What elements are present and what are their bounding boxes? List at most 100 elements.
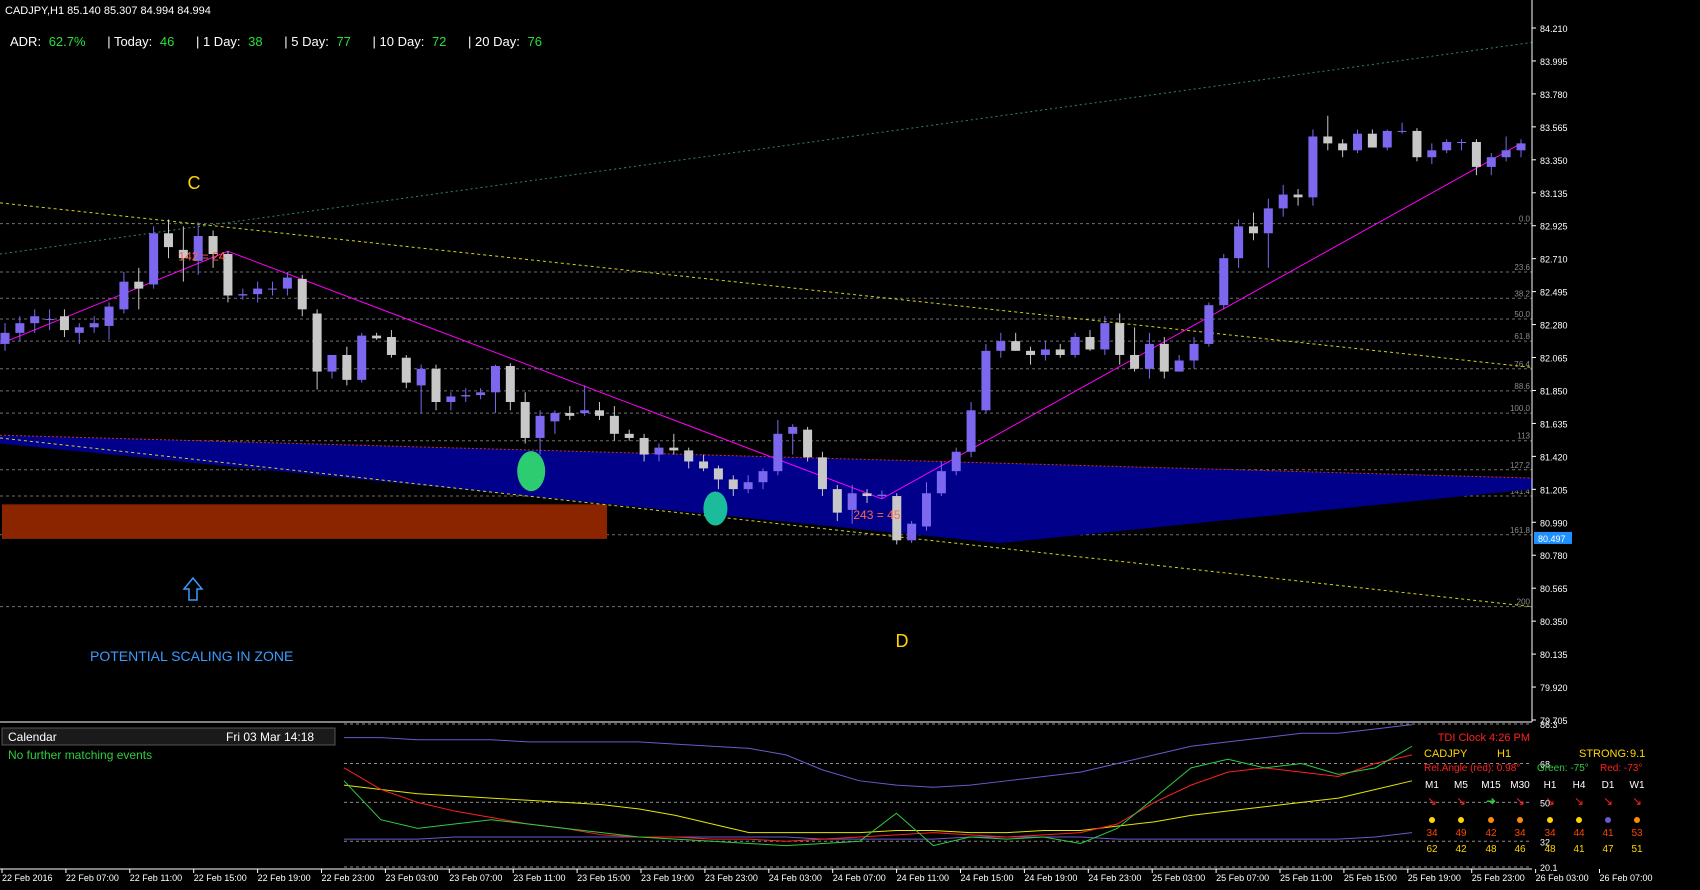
candle-body [535, 415, 545, 438]
one-day-value: 38 [248, 34, 263, 49]
candle-body [1204, 305, 1214, 344]
candle-body [476, 392, 486, 396]
tdi-tf-label: M5 [1454, 780, 1468, 791]
tdi-timeframe: H1 [1497, 748, 1511, 760]
price-tick-label: 80.990 [1540, 518, 1568, 528]
candle-body [728, 479, 738, 490]
price-tick-label: 82.065 [1540, 354, 1568, 364]
candle [907, 520, 917, 544]
tdi-direction-icon: ↘ [1603, 794, 1613, 808]
tdi-red-angle: Red: -73° [1600, 763, 1642, 774]
candle-body [951, 451, 961, 472]
candle-body [1457, 142, 1467, 143]
price-tick-label: 80.780 [1540, 551, 1568, 561]
candle-body [163, 233, 173, 248]
candle-body [654, 447, 664, 455]
fib-level-label: 50.0 [1514, 310, 1530, 319]
time-tick-label: 25 Feb 07:00 [1216, 873, 1269, 883]
time-tick-label: 22 Feb 2016 [2, 873, 53, 883]
candle-body [1144, 343, 1154, 369]
candle-body [1159, 343, 1169, 372]
time-tick-label: 25 Feb 19:00 [1408, 873, 1461, 883]
time-tick-label: 23 Feb 23:00 [705, 873, 758, 883]
candle [1382, 129, 1392, 151]
candle-body [134, 281, 144, 289]
time-tick-label: 24 Feb 11:00 [897, 873, 949, 883]
candle-body [565, 413, 575, 416]
time-tick-label: 23 Feb 11:00 [513, 873, 565, 883]
tdi-signal-dot-icon [1488, 817, 1494, 823]
calendar-message: No further matching events [8, 748, 152, 762]
candle-body [357, 335, 367, 380]
tdi-strength-label: STRONG: [1579, 748, 1629, 760]
candle-body [89, 323, 99, 328]
candle-body [1219, 258, 1229, 306]
candle [1204, 302, 1214, 347]
one-day-label: | 1 Day: [195, 34, 241, 49]
tdi-direction-icon: ↘ [1545, 794, 1555, 808]
time-tick-label: 22 Feb 19:00 [258, 873, 311, 883]
today-label: | Today: [107, 34, 153, 49]
tdi-direction-icon: ↘ [1456, 794, 1466, 808]
tdi-signal-dot-icon [1634, 817, 1640, 823]
adr-label: ADR: [10, 34, 42, 49]
price-tick-label: 81.635 [1540, 419, 1568, 429]
candle-body [15, 323, 25, 333]
indicator-tick-label: 86.3 [1540, 720, 1558, 730]
candle-body [921, 493, 931, 527]
tdi-row1-value: 34 [1514, 828, 1526, 839]
tdi-direction-icon: ↘ [1427, 794, 1437, 808]
price-tick-label: 83.995 [1540, 57, 1568, 67]
candle [1219, 254, 1229, 310]
time-tick-label: 22 Feb 07:00 [66, 873, 119, 883]
candle-body [1471, 142, 1481, 167]
candle-body [416, 368, 426, 386]
tdi-signal-dot-icon [1547, 817, 1553, 823]
fib-level-label: 113 [1517, 432, 1530, 441]
fib-level-label: 38.2 [1514, 289, 1530, 298]
time-tick-label: 24 Feb 19:00 [1024, 873, 1077, 883]
candle-body [817, 457, 827, 490]
candle-body [966, 410, 976, 452]
tdi-row2-value: 42 [1455, 844, 1467, 855]
candle-body [1293, 194, 1303, 198]
candle-body [253, 288, 263, 295]
candle-body [1011, 341, 1021, 351]
adr-value: 62.7% [48, 34, 86, 49]
candle [803, 426, 813, 462]
candle-body [149, 233, 159, 285]
today-value: 46 [159, 34, 175, 49]
candle-body [1412, 130, 1422, 158]
candle-body [639, 437, 649, 455]
candle-body [297, 278, 307, 310]
candle [981, 343, 991, 414]
candle-body [1486, 157, 1496, 167]
tdi-row1-value: 53 [1631, 828, 1643, 839]
ten-day-label: | 10 Day: [372, 34, 425, 49]
candle-body [505, 366, 515, 402]
price-tick-label: 79.920 [1540, 683, 1568, 693]
tdi-strength-value: 9.1 [1630, 748, 1645, 760]
swing-low-label: 243 = 45 [853, 508, 900, 522]
price-chart[interactable]: 0.023.638.250.061.876.488.6100.0113127.2… [0, 0, 1700, 885]
time-tick-label: 22 Feb 11:00 [130, 873, 182, 883]
candle-body [1070, 337, 1080, 355]
candle-body [699, 461, 709, 469]
tdi-tf-label: W1 [1630, 780, 1645, 791]
candle-body [580, 410, 590, 414]
price-tick-label: 81.420 [1540, 452, 1568, 462]
candle-body [862, 493, 872, 497]
tdi-row1-value: 41 [1602, 828, 1614, 839]
time-tick-label: 23 Feb 07:00 [449, 873, 502, 883]
candle-body [624, 433, 634, 438]
price-tick-label: 81.850 [1540, 386, 1568, 396]
tdi-tf-label: H1 [1544, 780, 1557, 791]
tdi-direction-icon: ↘ [1515, 794, 1525, 808]
candle-body [342, 354, 352, 380]
point-d-label: D [896, 631, 909, 651]
tdi-row1-value: 34 [1426, 828, 1438, 839]
tdi-tf-label: M1 [1425, 780, 1439, 791]
candle-body [907, 523, 917, 541]
price-tick-label: 83.135 [1540, 189, 1568, 199]
tdi-row1-value: 44 [1573, 828, 1585, 839]
